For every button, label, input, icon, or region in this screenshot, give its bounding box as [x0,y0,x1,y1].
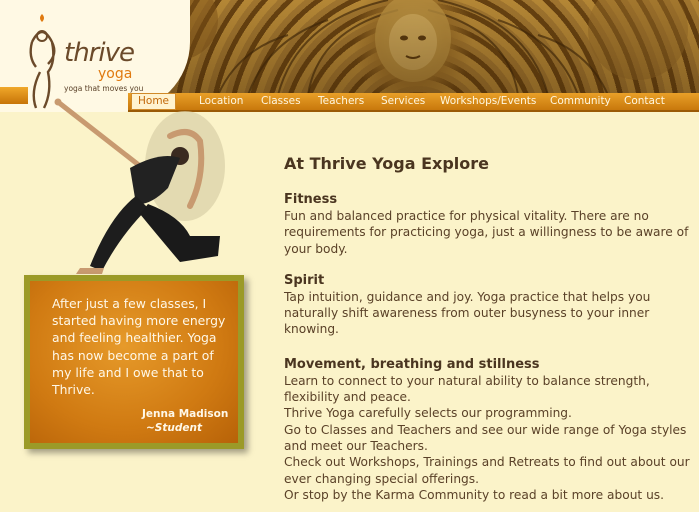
section-paragraph: Learn to connect to your natural ability… [284,373,650,405]
section-paragraph: Thrive Yoga carefully selects our progra… [284,406,572,421]
testimonial-box: After just a few classes, I started havi… [24,275,244,449]
nav-ribbon-left [0,87,28,104]
section-spirit: Spirit Tap intuition, guidance and joy. … [284,273,694,338]
nav-teachers[interactable]: Teachers [318,93,364,110]
logo-tagline: yoga that moves you [64,84,144,93]
header-deity-image [158,0,699,95]
yoga-pose-photo [54,98,225,274]
testimonial-author: Jenna Madison [142,408,229,420]
page-title: At Thrive Yoga Explore [284,154,489,173]
section-paragraph: Check out Workshops, Trainings and Retre… [284,455,690,486]
section-heading: Fitness [284,192,338,207]
nav-services[interactable]: Services [381,93,425,110]
section-paragraph: Go to Classes and Teachers and see our w… [284,422,687,453]
testimonial-quote: After just a few classes, I started havi… [52,296,226,398]
logo-wordmark-yoga: yoga [98,66,133,82]
testimonial-role: ~Student [146,422,202,434]
nav-classes[interactable]: Classes [261,93,301,110]
section-movement: Movement, breathing and stillness Learn … [284,357,694,503]
section-fitness: Fitness Fun and balanced practice for ph… [284,192,694,257]
nav-community[interactable]: Community [550,93,611,110]
section-heading: Spirit [284,272,325,288]
section-body: Tap intuition, guidance and joy. Yoga pr… [284,289,651,337]
nav-workshops-events[interactable]: Workshops/Events [440,93,536,110]
section-body: Fun and balanced practice for physical v… [284,209,689,256]
section-paragraph: Or stop by the Karma Community to read a… [284,487,665,502]
nav-contact[interactable]: Contact [624,93,665,110]
main-content: At Thrive Yoga Explore Fitness Fun and b… [284,152,694,503]
section-heading: Movement, breathing and stillness [284,356,540,372]
logo-wordmark-thrive: thrive [64,38,135,68]
